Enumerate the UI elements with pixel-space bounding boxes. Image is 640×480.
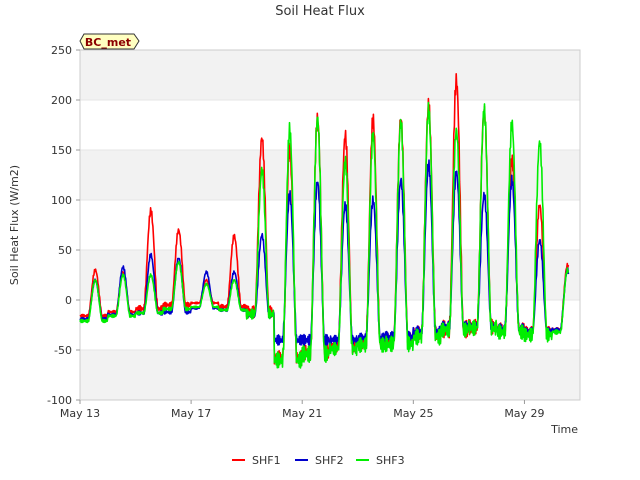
y-tick-label: 150: [51, 144, 72, 157]
x-axis-ticks: May 13 May 17 May 21 May 25 May 29: [60, 400, 545, 420]
legend-label-shf1: SHF1: [252, 454, 281, 467]
grid-band: [80, 150, 580, 200]
series-lines: [79, 73, 570, 369]
legend-label-shf2: SHF2: [315, 454, 344, 467]
x-tick-label: May 29: [504, 407, 544, 420]
y-tick-label: 250: [51, 44, 72, 57]
legend-label-shf3: SHF3: [376, 454, 405, 467]
x-tick-label: May 25: [393, 407, 433, 420]
y-axis-label: Soil Heat Flux (W/m2): [8, 165, 21, 285]
soil-heat-flux-chart: -100 -50 0 50 100 150 200 250 May 13 May 17 May 2…: [8, 4, 581, 467]
legend: SHF1 SHF2 SHF3: [232, 454, 405, 467]
x-tick-label: May 21: [282, 407, 322, 420]
series-line-shf1: [79, 73, 570, 366]
grid-band: [80, 50, 580, 100]
y-tick-label: 100: [51, 194, 72, 207]
station-badge-label: BC_met: [85, 36, 131, 49]
x-tick-label: May 13: [60, 407, 100, 420]
y-tick-label: -100: [47, 394, 72, 407]
y-tick-label: 200: [51, 94, 72, 107]
x-tick-label: May 17: [171, 407, 211, 420]
grid-band: [80, 350, 580, 400]
y-axis-ticks: -100 -50 0 50 100 150 200 250: [47, 44, 80, 407]
y-tick-label: 50: [58, 244, 72, 257]
y-tick-label: 0: [65, 294, 72, 307]
chart-title: Soil Heat Flux: [275, 4, 365, 19]
station-badge: BC_met: [79, 33, 140, 50]
y-tick-label: -50: [54, 344, 72, 357]
x-axis-label: Time: [550, 423, 578, 436]
